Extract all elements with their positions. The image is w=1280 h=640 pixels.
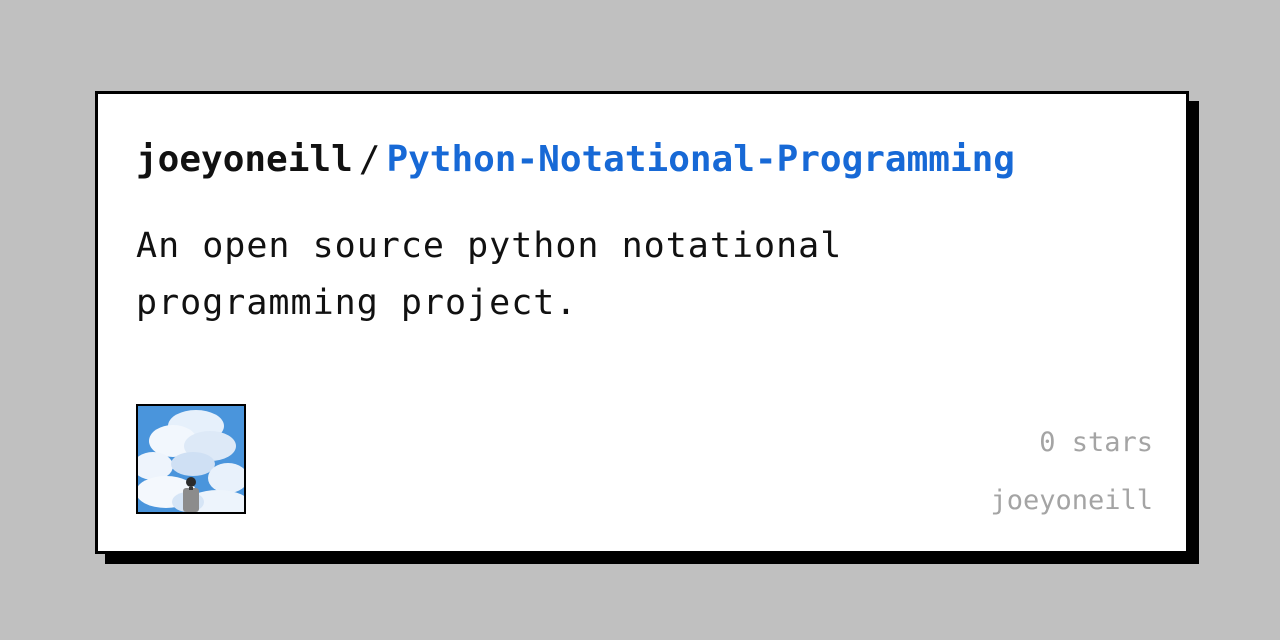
sky-clouds-person-avatar-icon xyxy=(138,406,244,512)
stars-count: 0 stars xyxy=(1039,427,1153,458)
repository-description: An open source python notational program… xyxy=(136,226,843,323)
title-separator: / xyxy=(358,139,381,180)
repository-author: joeyoneill xyxy=(990,485,1153,516)
repository-owner-link[interactable]: joeyoneill xyxy=(136,139,353,180)
repository-name-link[interactable]: Python-Notational-Programming xyxy=(386,139,1015,180)
repository-card: joeyoneill / Python-Notational-Programming… xyxy=(95,91,1189,554)
repository-title: joeyoneill / Python-Notational-Programming xyxy=(136,138,1015,182)
owner-avatar[interactable] xyxy=(136,404,246,514)
